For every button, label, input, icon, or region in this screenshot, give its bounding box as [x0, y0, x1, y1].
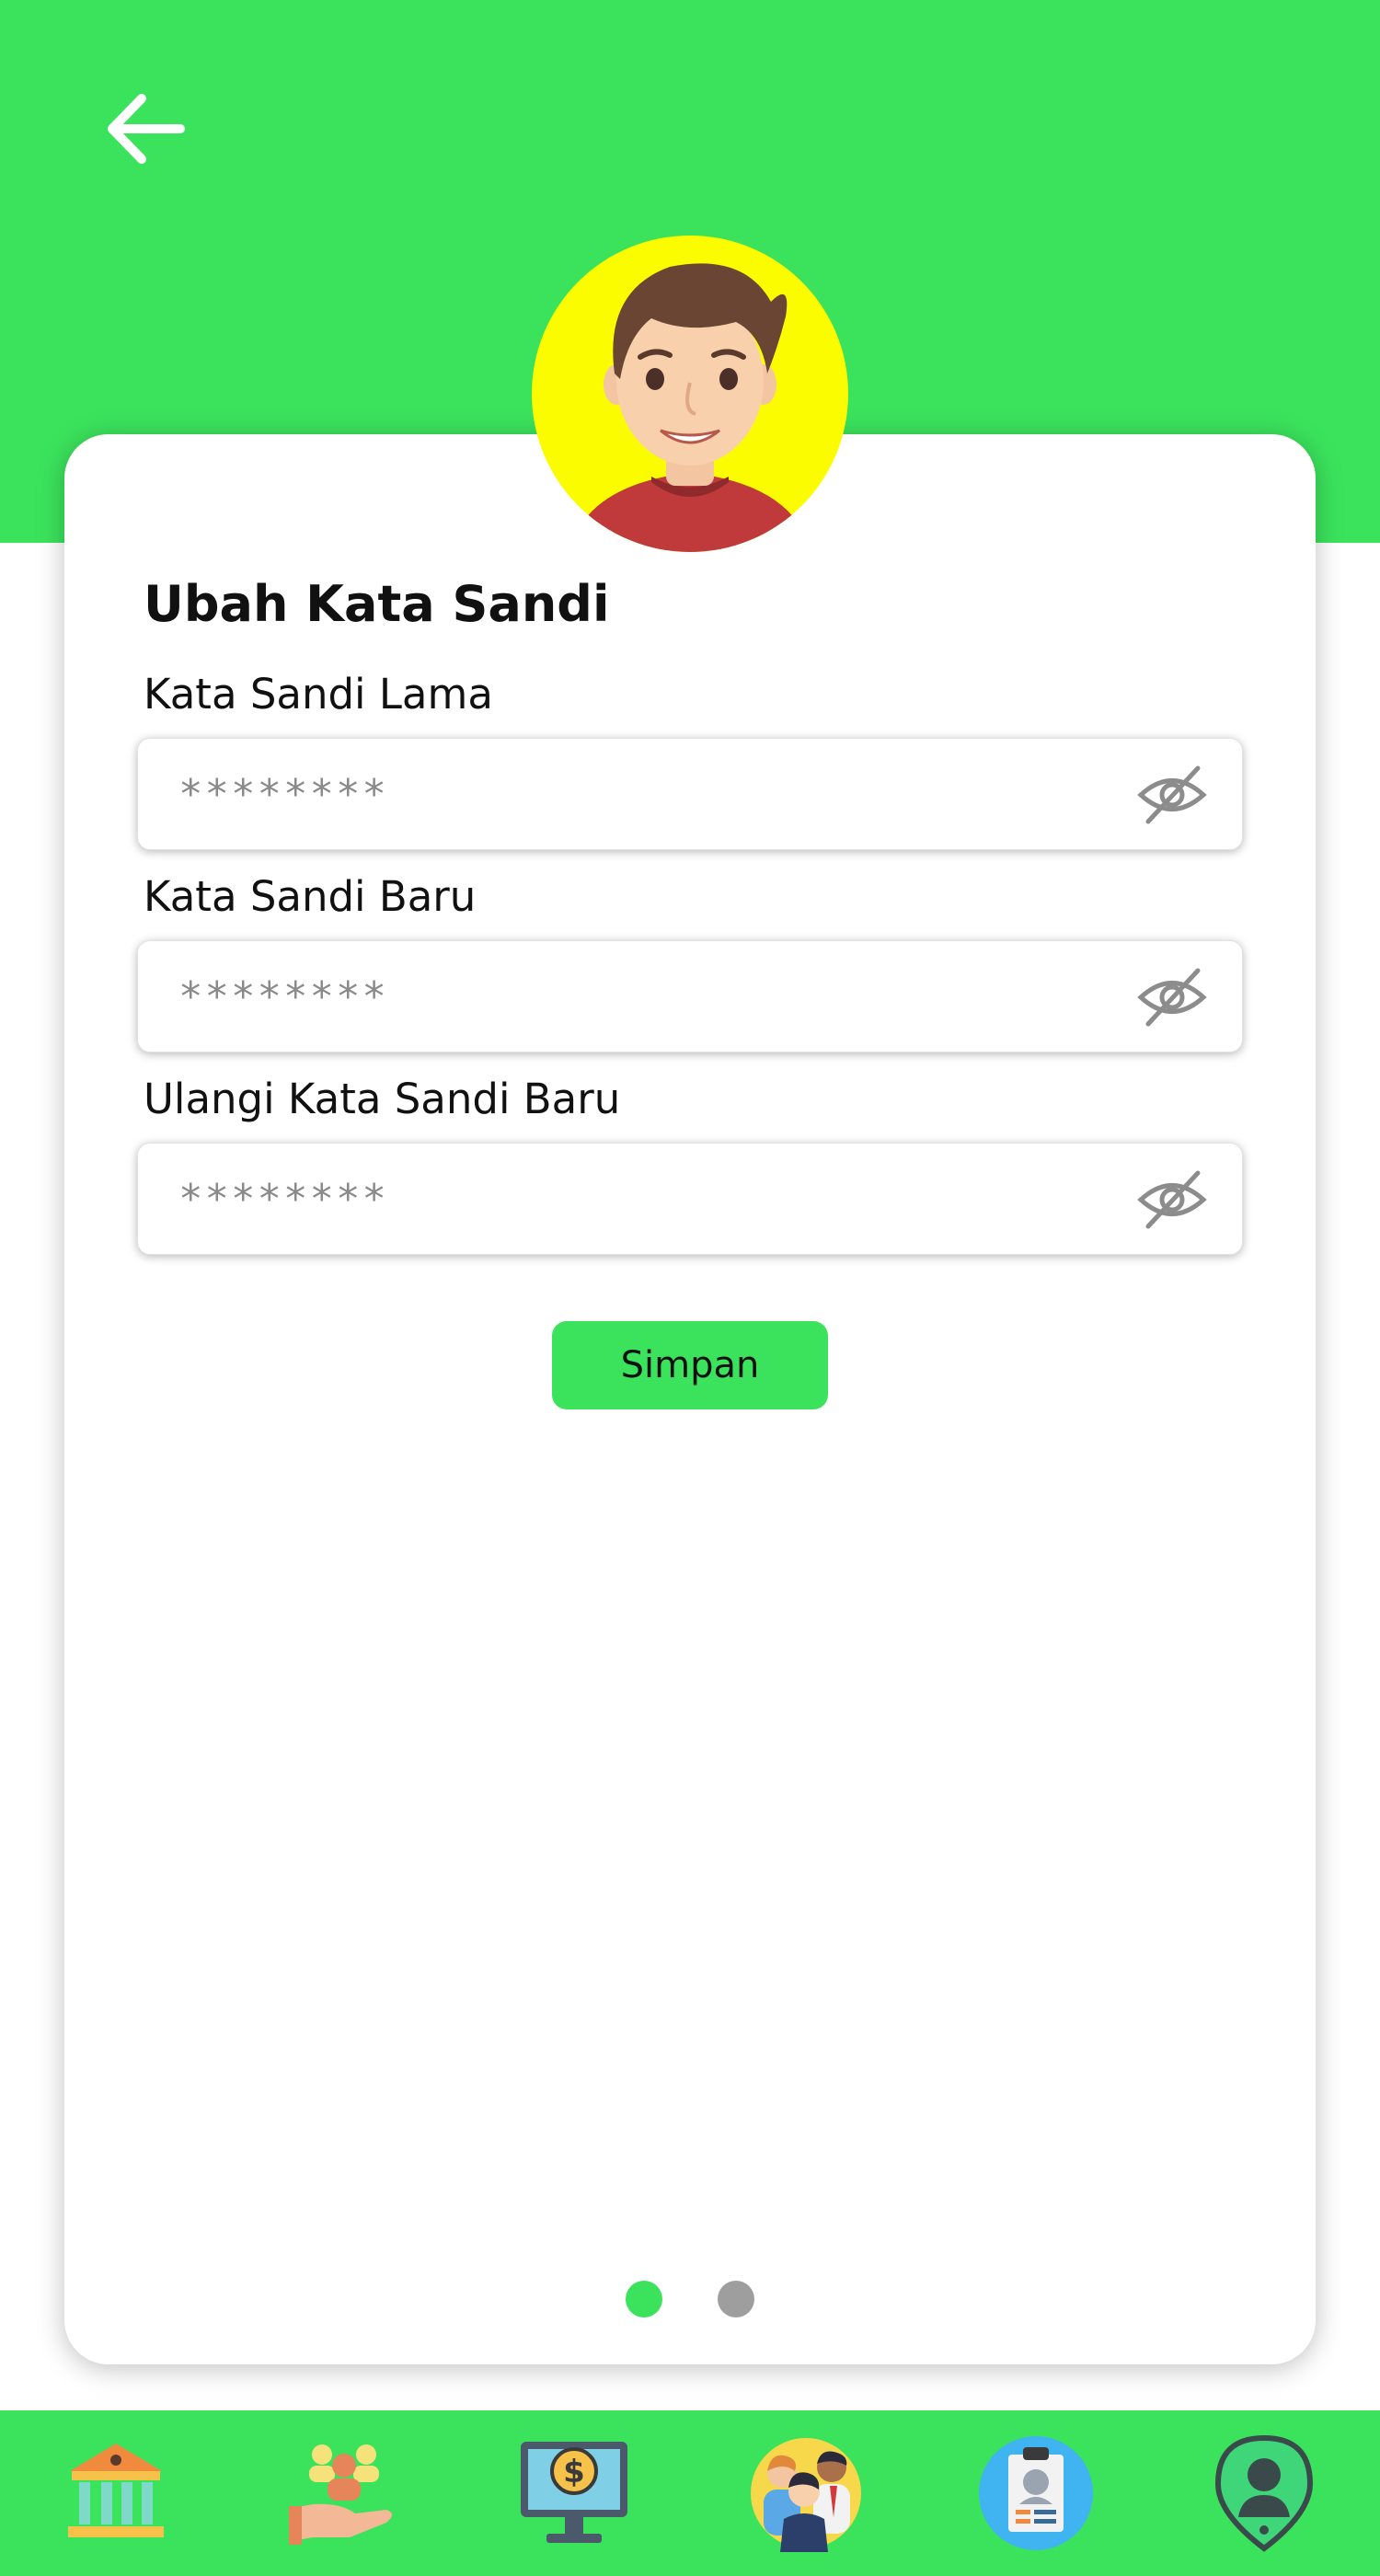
- bank-icon: [68, 2444, 164, 2537]
- nav-people[interactable]: [747, 2434, 865, 2552]
- nav-community[interactable]: [285, 2434, 403, 2552]
- save-button[interactable]: Simpan: [552, 1321, 828, 1409]
- id-clipboard-icon: [979, 2436, 1093, 2550]
- arrow-left-icon: [108, 94, 185, 164]
- location-person-icon: [1214, 2434, 1314, 2552]
- eye-off-icon[interactable]: [1135, 1166, 1209, 1234]
- nav-profile[interactable]: [977, 2434, 1095, 2552]
- page-title: Ubah Kata Sandi: [144, 575, 610, 633]
- repeat-password-label: Ulangi Kata Sandi Baru: [144, 1075, 621, 1123]
- nav-finance[interactable]: $: [515, 2434, 633, 2552]
- new-password-field[interactable]: [137, 940, 1243, 1052]
- page-dot-active[interactable]: [626, 2281, 662, 2317]
- new-password-input[interactable]: [178, 961, 1098, 1031]
- bottom-nav: $: [0, 2410, 1380, 2576]
- eye-off-icon[interactable]: [1135, 761, 1209, 829]
- people-group-icon: [751, 2438, 861, 2552]
- community-hand-icon: [289, 2444, 392, 2545]
- new-password-label: Kata Sandi Baru: [144, 872, 477, 921]
- nav-bank[interactable]: [57, 2434, 175, 2552]
- nav-location[interactable]: [1205, 2434, 1323, 2552]
- repeat-password-input[interactable]: [178, 1164, 1098, 1234]
- svg-text:$: $: [563, 2454, 585, 2490]
- page-dot[interactable]: [718, 2281, 754, 2317]
- back-button[interactable]: [101, 87, 190, 170]
- old-password-input[interactable]: [178, 759, 1098, 829]
- eye-off-icon[interactable]: [1135, 963, 1209, 1031]
- avatar: [532, 236, 848, 552]
- old-password-field[interactable]: [137, 738, 1243, 850]
- old-password-label: Kata Sandi Lama: [144, 670, 493, 719]
- monitor-dollar-icon: $: [521, 2442, 627, 2543]
- repeat-password-field[interactable]: [137, 1143, 1243, 1255]
